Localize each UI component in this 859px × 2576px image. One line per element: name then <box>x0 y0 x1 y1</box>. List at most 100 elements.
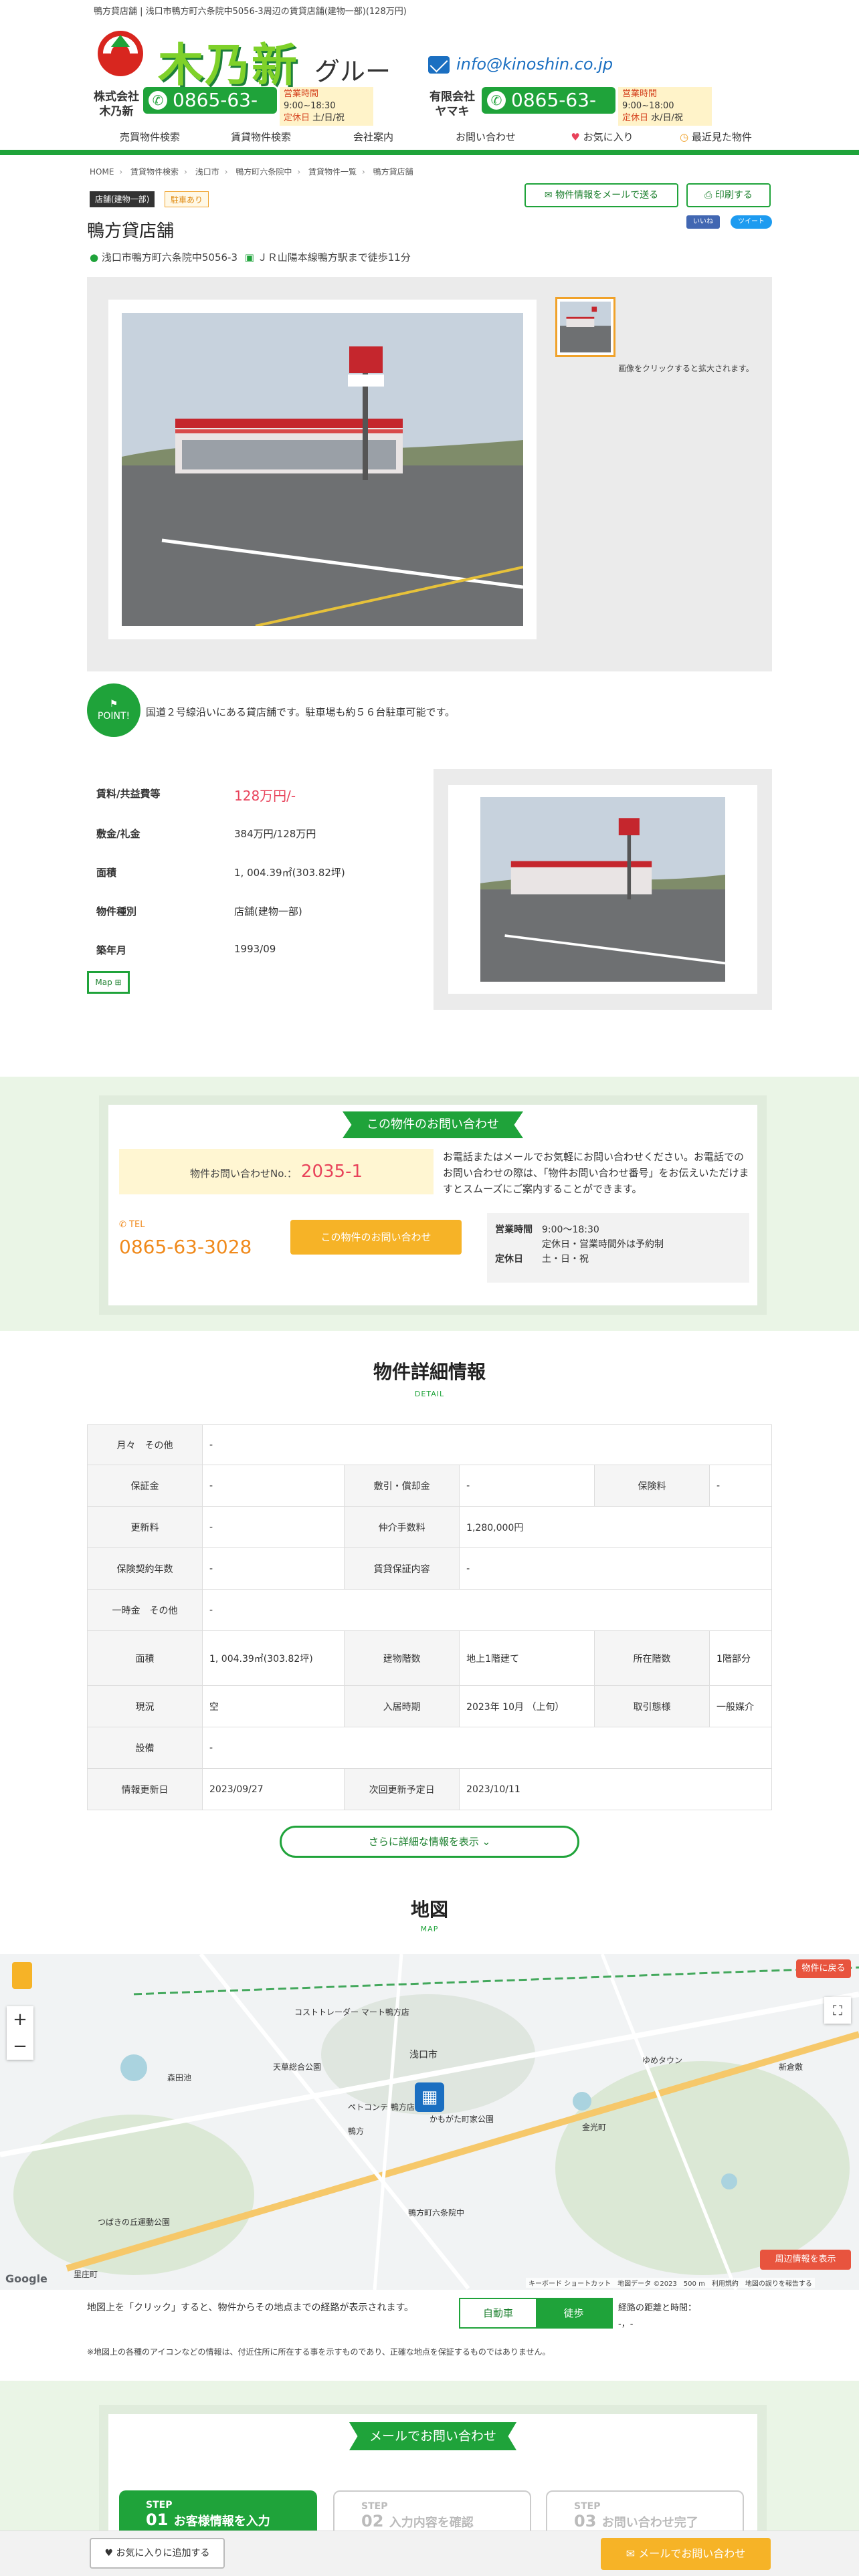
map-title: 地図 <box>410 1899 448 1921</box>
table-row: 月々 その他 - <box>87 1424 772 1465</box>
map-label: 新倉敷 <box>779 2062 803 2072</box>
nav-favorites[interactable]: ♥ お気に入り <box>542 122 662 155</box>
fullscreen-icon[interactable]: ⛶ <box>824 1997 851 2024</box>
send-mail-button[interactable]: ✉ 物件情報をメールで送る <box>524 183 678 207</box>
gallery-thumbnail[interactable] <box>555 297 615 357</box>
google-logo: Google <box>5 2272 47 2285</box>
inquiry-button[interactable]: この物件のお問い合わせ <box>290 1220 462 1255</box>
site-logo[interactable]: 木乃新 グループ <box>94 25 401 123</box>
table-row: 一時金 その他 - <box>87 1589 772 1631</box>
thumbnail-image <box>560 302 611 352</box>
map-label: 浅口市 <box>409 2050 438 2060</box>
table-row: 現況空入居時期 2023年 10月 （上旬） 取引態様 一般媒介 <box>87 1685 772 1727</box>
table-row: 面積 1, 004.39㎡(303.82坪) 建物階数 地上1階建て 所在階数 1階部分 <box>87 1630 772 1686</box>
show-around-button[interactable]: 周辺情報を表示 <box>760 2250 851 2270</box>
mail-icon: ✉ <box>544 190 553 201</box>
back-to-property-button[interactable]: 物件に戻る <box>796 1959 851 1978</box>
map-footer: キーボード ショートカット 地図データ ©2023 500 m 利用規約 地図の… <box>526 2278 815 2288</box>
map-label: 天草総合公園 <box>273 2062 322 2072</box>
map-label: 鴨方 <box>348 2127 365 2136</box>
page-title: 鴨方貸店舗 <box>87 221 175 241</box>
map-subtitle: MAP <box>420 1925 439 1933</box>
spec-photo-frame <box>434 769 772 1010</box>
map-label: ゆめタウン <box>642 2056 683 2065</box>
inquiry-description: お電話またはメールでお気軽にお問い合わせください。お電話でのお問い合わせの際は、… <box>443 1151 749 1195</box>
breadcrumb-item[interactable]: HOME <box>90 167 114 177</box>
route-distance: 経路の距離と時間： -，- <box>618 2303 697 2329</box>
table-row: 設備 - <box>87 1727 772 1769</box>
inquiry-box: この物件のお問い合わせ 物件お問い合わせNo.： 2035-1 お電話またはメール… <box>99 1095 767 1315</box>
spec-photo <box>480 797 725 982</box>
breadcrumb-item[interactable]: 賃貸物件検索 <box>130 167 179 177</box>
route-mode-tabs: 自動車 徒歩 <box>459 2298 613 2329</box>
table-row: 保証金 - 敷引・償却金 - 保険料 - <box>87 1465 772 1507</box>
logo-text: 木乃新 <box>158 39 299 92</box>
clock-icon: ◷ <box>680 131 689 143</box>
map-label: つばきの丘運動公園 <box>98 2218 171 2227</box>
tweet-button[interactable]: ツイート <box>731 215 772 229</box>
hours-yamaki: 営業時間 9:00~18:00 定休日 水/日/祝 <box>618 87 712 126</box>
company-name-yamaki: 有限会社 ヤマキ <box>430 90 475 118</box>
map-label: かもがた町家公園 <box>430 2115 494 2124</box>
breadcrumb-current: 鴨方貸店舗 <box>373 167 413 177</box>
header-email-link[interactable]: info@kinoshin.co.jp <box>428 55 613 74</box>
property-marker-icon[interactable]: ▦ <box>415 2082 444 2112</box>
inquiry-number: 物件お問い合わせNo.： 2035-1 <box>119 1149 434 1194</box>
google-map[interactable]: ▦ 浅口市 鴨方 天草総合公園 コストトレーダー マート鴨方店 ペトコンテ 鴨方… <box>0 1954 859 2290</box>
heart-icon: ♥ <box>104 2548 114 2559</box>
map-link-button[interactable]: Map ⊞ <box>87 971 130 994</box>
mail-inquiry-button[interactable]: ✉ メールでお問い合わせ <box>601 2538 771 2570</box>
tab-car[interactable]: 自動車 <box>460 2299 536 2327</box>
pin-icon: ● <box>90 251 99 263</box>
hours-kinoshin: 営業時間 9:00~18:30 定休日 土/日/祝 <box>280 87 373 126</box>
train-icon: ▣ <box>244 251 254 263</box>
inquiry-tel[interactable]: 0865-63-3028 <box>119 1236 252 1258</box>
map-label: コストトレーダー マート鴨方店 <box>294 2008 409 2017</box>
pegman-icon[interactable] <box>12 1962 32 1989</box>
detail-table: 月々 その他 - 保証金 - 敷引・償却金 - 保険料 - 更新料 - 仲介手数料 1,280,0… <box>87 1424 772 1810</box>
tab-walk[interactable]: 徒歩 <box>536 2299 611 2327</box>
tel-button-kinoshin[interactable]: 0865-63-3028 <box>143 87 277 138</box>
nav-contact[interactable]: お問い合わせ <box>425 122 546 155</box>
inquiry-section: この物件のお問い合わせ 物件お問い合わせNo.： 2035-1 お電話またはメール… <box>0 1077 859 1331</box>
heart-icon: ♥ <box>571 131 580 143</box>
breadcrumb-item[interactable]: 賃貸物件一覧 <box>308 167 357 177</box>
map-label: 鴨方町六条院中 <box>408 2208 465 2218</box>
main-photo[interactable] <box>108 300 537 639</box>
inquiry-hours: 営業時間 9:00～18:30 定休日・営業時間外は予約制 定休日 土・日・祝 <box>487 1213 749 1283</box>
phone-icon: ✆ <box>119 1220 126 1230</box>
point-badge: ⚑ POINT! <box>87 683 140 737</box>
mail-inquiry-title: メールでお問い合わせ <box>349 2422 516 2450</box>
detail-title: 物件詳細情報 <box>373 1361 486 1383</box>
nav-sale-search[interactable]: 売買物件検索 <box>90 122 210 155</box>
chevron-down-icon: ⌄ <box>482 1836 491 1848</box>
facebook-like-button[interactable]: いいね <box>686 215 720 229</box>
nav-history[interactable]: ◷ 最近見た物件 <box>656 122 776 155</box>
parking-tag: 駐車あり <box>165 191 209 207</box>
zoom-out-button[interactable]: − <box>7 2033 33 2060</box>
zoom-control: + − <box>7 2006 33 2060</box>
point-text: 国道２号線沿いにある貸店舗です。駐車場も約５６台駐車可能です。 <box>146 706 456 718</box>
print-button[interactable]: ⎙ 印刷する <box>686 183 771 207</box>
map-icon: ⊞ <box>114 978 122 987</box>
global-nav: 売買物件検索 賃貸物件検索 会社案内 お問い合わせ ♥ お気に入り ◷ 最近見た… <box>0 122 859 155</box>
show-more-button[interactable]: さらに詳細な情報を表示 ⌄ <box>280 1826 579 1858</box>
property-location: ● 浅口市鴨方町六条院中5056-3 ▣ ＪＲ山陽本線鴨方駅まで徒歩11分 <box>90 251 411 263</box>
mail-icon: ✉ <box>626 2547 636 2560</box>
nav-company[interactable]: 会社案内 <box>313 122 434 155</box>
inquiry-title: この物件のお問い合わせ <box>343 1111 523 1138</box>
breadcrumb-item[interactable]: 鴨方町六条院中 <box>235 167 292 177</box>
breadcrumb-item[interactable]: 浅口市 <box>195 167 219 177</box>
store-photo <box>122 313 523 626</box>
company-name-kinoshin: 株式会社 木乃新 <box>94 90 139 118</box>
route-note: 地図上を「クリック」すると、物件からその地点までの経路が表示されます。 <box>87 2302 414 2313</box>
sticky-footer-bar: ♥ お気に入りに追加する ✉ メールでお問い合わせ <box>0 2531 859 2576</box>
flag-icon: ⚑ <box>109 699 118 710</box>
print-icon: ⎙ <box>704 190 712 201</box>
tel-button-yamaki[interactable]: 0865-63-3029 <box>482 87 615 138</box>
add-favorite-button[interactable]: ♥ お気に入りに追加する <box>90 2538 225 2569</box>
nav-rent-search[interactable]: 賃貸物件検索 <box>201 122 321 155</box>
table-row: 更新料 - 仲介手数料 1,280,000円 <box>87 1506 772 1548</box>
zoom-in-button[interactable]: + <box>7 2006 33 2033</box>
logo-seal-icon <box>94 25 147 79</box>
